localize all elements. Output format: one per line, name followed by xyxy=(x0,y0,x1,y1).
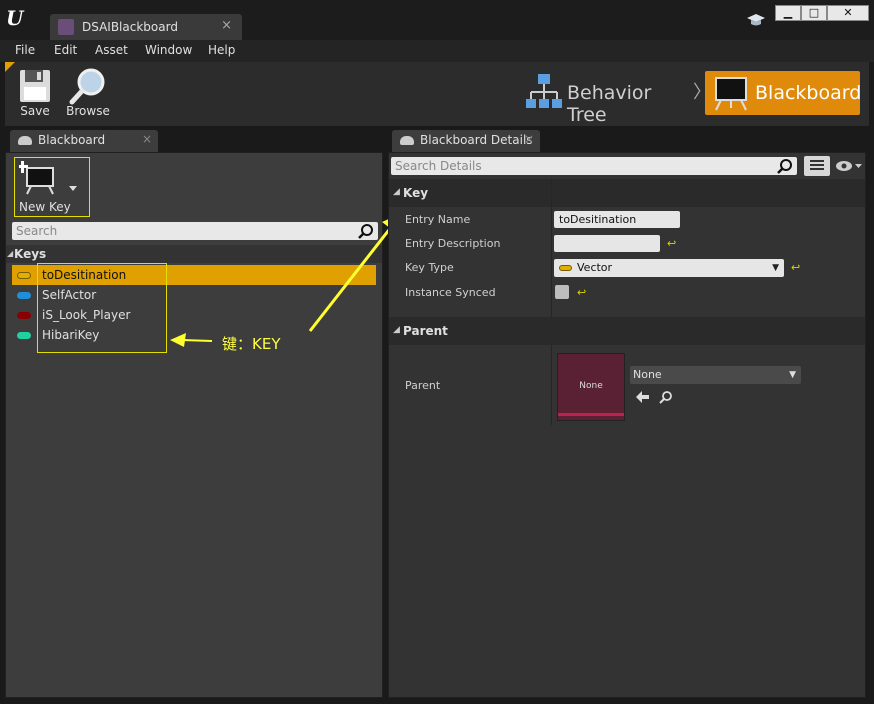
tab-blackboard-details-close-icon[interactable]: × xyxy=(524,132,534,146)
search-icon[interactable] xyxy=(777,158,793,174)
entry-name-label: Entry Name xyxy=(405,213,471,226)
parent-value: None xyxy=(633,368,662,381)
parent-section-header[interactable]: ◢ Parent xyxy=(389,317,865,345)
details-tab-icon xyxy=(400,136,414,145)
entry-description-field[interactable] xyxy=(554,235,660,252)
parent-asset-combo[interactable]: None ▼ xyxy=(630,366,801,384)
entry-name-field[interactable]: toDesitination xyxy=(554,211,680,228)
details-search xyxy=(391,157,797,175)
key-type-value: Vector xyxy=(577,261,613,274)
collapse-triangle-icon: ◢ xyxy=(393,187,400,197)
reset-to-default-icon[interactable]: ↩ xyxy=(791,261,800,274)
annotation-key-text: 键：KEY xyxy=(222,335,281,353)
key-type-vector-icon xyxy=(559,265,572,271)
instance-synced-checkbox[interactable] xyxy=(555,285,569,299)
chevron-down-icon: ▼ xyxy=(789,370,796,380)
details-search-input[interactable] xyxy=(391,157,797,175)
property-matrix-icon[interactable] xyxy=(804,156,830,176)
chevron-down-icon: ▼ xyxy=(772,263,779,273)
visibility-eye-icon[interactable] xyxy=(835,159,863,173)
parent-asset-thumbnail[interactable]: None xyxy=(557,353,625,421)
browse-asset-search-icon[interactable] xyxy=(659,390,673,404)
asset-type-color-bar xyxy=(558,413,624,416)
reset-to-default-icon[interactable]: ↩ xyxy=(577,286,586,299)
parent-thumbnail-text: None xyxy=(579,381,603,391)
key-section-label: Key xyxy=(403,186,429,200)
parent-label: Parent xyxy=(405,379,441,392)
entry-description-label: Entry Description xyxy=(405,237,501,250)
parent-section-label: Parent xyxy=(403,324,448,338)
column-divider xyxy=(551,345,552,425)
collapse-triangle-icon: ◢ xyxy=(393,325,400,335)
use-selected-arrow-icon[interactable] xyxy=(636,391,650,403)
instance-synced-label: Instance Synced xyxy=(405,286,496,299)
tab-blackboard-details-label: Blackboard Details xyxy=(420,133,533,147)
column-divider xyxy=(551,179,552,317)
key-type-label: Key Type xyxy=(405,261,454,274)
reset-to-default-icon[interactable]: ↩ xyxy=(667,237,676,250)
key-type-combo[interactable]: Vector ▼ xyxy=(554,259,784,277)
tab-blackboard-details[interactable]: Blackboard Details × xyxy=(392,130,540,152)
details-panel: ◢ Key Entry Name toDesitination Entry De… xyxy=(388,152,866,698)
key-section-header[interactable]: ◢ Key xyxy=(389,179,865,207)
